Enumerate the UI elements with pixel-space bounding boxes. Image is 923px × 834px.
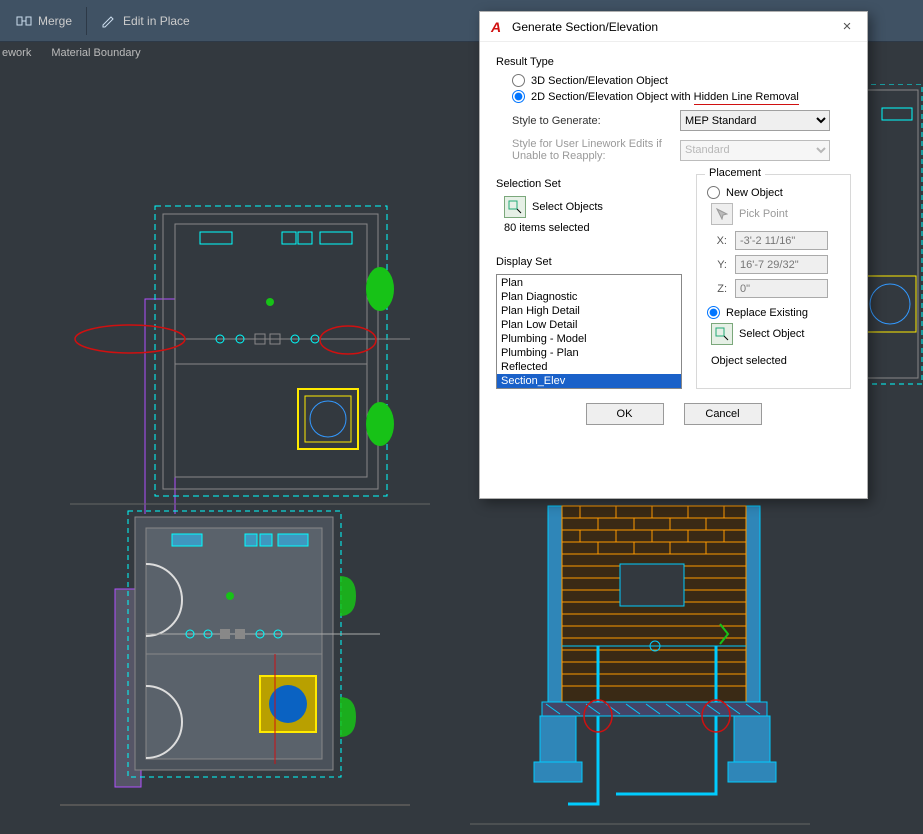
selection-set-label: Selection Set [496, 178, 682, 190]
radio-2d-prefix: 2D Section/Elevation Object with [531, 91, 694, 103]
display-option[interactable]: Plumbing - Model [497, 332, 681, 346]
radio-3d-label: 3D Section/Elevation Object [531, 75, 668, 87]
radio-replace-existing-input[interactable] [707, 306, 720, 319]
plan-view-wireframe [70, 194, 430, 514]
autocad-a-icon: A [488, 19, 504, 35]
ribbon-merge-button[interactable]: Merge [6, 9, 82, 33]
style-user-linework-select: Standard [680, 140, 830, 161]
dialog-titlebar[interactable]: A Generate Section/Elevation × [480, 12, 867, 42]
items-selected-text: 80 items selected [504, 222, 682, 234]
select-objects-label: Select Objects [532, 201, 603, 213]
cancel-button[interactable]: Cancel [684, 403, 762, 425]
result-type-label: Result Type [496, 56, 851, 68]
ribbon-edit-in-place-button[interactable]: Edit in Place [91, 9, 200, 33]
ok-button[interactable]: OK [586, 403, 664, 425]
radio-2d-section[interactable]: 2D Section/Elevation Object with Hidden … [512, 90, 851, 103]
pencil-icon [101, 13, 117, 29]
pick-point-row: Pick Point [711, 203, 840, 225]
style-to-generate-select[interactable]: MEP Standard [680, 110, 830, 131]
display-option[interactable]: Plan Low Detail [497, 318, 681, 332]
display-option[interactable]: Plan [497, 276, 681, 290]
pick-point-button [711, 203, 733, 225]
hidden-line-removal-text: Hidden Line Removal [694, 91, 799, 105]
elevation-view [470, 504, 810, 834]
merge-icon [16, 13, 32, 29]
coord-y-input [735, 255, 828, 274]
plan-view-shaded [60, 504, 410, 814]
style-to-generate-label: Style to Generate: [512, 115, 672, 127]
ribbon-divider [86, 7, 87, 35]
display-option[interactable]: Plumbing - Plan [497, 346, 681, 360]
select-object-label: Select Object [739, 328, 804, 340]
coord-x-input [735, 231, 828, 250]
display-option[interactable]: Plan High Detail [497, 304, 681, 318]
object-selected-text: Object selected [711, 355, 840, 367]
radio-3d-input[interactable] [512, 74, 525, 87]
coord-y-label: Y: [707, 259, 727, 271]
placement-label: Placement [705, 167, 765, 179]
radio-new-object[interactable]: New Object [707, 186, 840, 199]
close-icon[interactable]: × [835, 18, 859, 35]
dialog-title-text: Generate Section/Elevation [512, 20, 835, 34]
radio-replace-existing-label: Replace Existing [726, 307, 808, 319]
style-user-linework-label: Style for User Linework Edits if Unable … [512, 138, 672, 162]
radio-new-object-label: New Object [726, 187, 783, 199]
select-object-button[interactable] [711, 323, 733, 345]
radio-2d-label: 2D Section/Elevation Object with Hidden … [531, 91, 799, 103]
radio-3d-section[interactable]: 3D Section/Elevation Object [512, 74, 851, 87]
display-set-label: Display Set [496, 256, 682, 268]
display-option[interactable]: Section_Elev [497, 374, 681, 388]
radio-2d-input[interactable] [512, 90, 525, 103]
display-option[interactable]: Reflected [497, 360, 681, 374]
cursor-plus-icon [715, 327, 729, 341]
display-set-listbox[interactable]: Model Low DetailPlanPlan DiagnosticPlan … [496, 274, 682, 389]
radio-new-object-input[interactable] [707, 186, 720, 199]
generate-section-elevation-dialog: A Generate Section/Elevation × Result Ty… [479, 11, 868, 499]
coord-z-label: Z: [707, 283, 727, 295]
select-objects-button[interactable] [504, 196, 526, 218]
ribbon-panel-material-boundary[interactable]: Material Boundary [49, 47, 158, 59]
ribbon-edit-label: Edit in Place [123, 14, 190, 28]
radio-replace-existing[interactable]: Replace Existing [707, 306, 840, 319]
ribbon-panel-linework[interactable]: ework [0, 47, 49, 59]
coord-x-label: X: [707, 235, 727, 247]
coord-z-input [735, 279, 828, 298]
pick-point-label: Pick Point [739, 208, 788, 220]
display-option[interactable]: Plan Diagnostic [497, 290, 681, 304]
cursor-plus-icon [508, 200, 522, 214]
cursor-icon [716, 208, 728, 220]
right-edge-plan [862, 84, 923, 404]
ribbon-merge-label: Merge [38, 14, 72, 28]
